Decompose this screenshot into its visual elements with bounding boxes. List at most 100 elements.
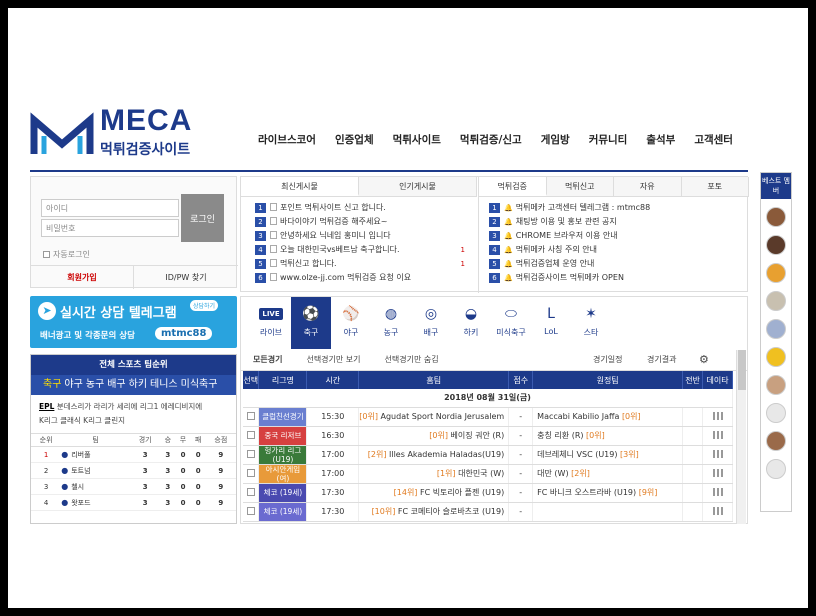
sport-tab-8[interactable]: L LoL (531, 297, 571, 349)
games-scrollbar[interactable] (736, 350, 746, 524)
post-title[interactable]: 오늘 대한민국vs베트남 축구합니다. (280, 245, 400, 254)
home-team[interactable]: [10위] FC 코메티아 슬로바츠코 (U19) (358, 502, 510, 522)
game-select[interactable] (243, 483, 260, 503)
ranking-sport-tab[interactable]: 야구 (64, 379, 82, 390)
member-avatar[interactable] (766, 207, 786, 227)
game-select[interactable] (243, 502, 260, 522)
member-avatar[interactable] (766, 319, 786, 339)
board-right-tab[interactable]: 먹튀신고 (546, 177, 614, 196)
board-left-tab[interactable]: 최신게시물 (241, 177, 359, 196)
post-title[interactable]: 먹튀검증업체 운영 안내 (516, 259, 595, 268)
game-row[interactable]: 체코 (19세) 17:30 [14위] FC 빅토리아 플젠 (U19) - FC 바… (243, 483, 733, 503)
sport-tab-9[interactable]: ✶ 스타 (571, 297, 611, 349)
post-item[interactable]: 6 🔔 먹튀검증사이트 먹튀메카 OPEN (489, 271, 739, 285)
game-row[interactable]: 클럽친선경기 15:30 [0위] Agudat Sport Nordia Jeru… (243, 407, 733, 427)
post-title[interactable]: 바다이야기 먹튀검증 해주세요~ (280, 217, 387, 226)
post-item[interactable]: 1 🔔 먹튀메카 고객센터 텔레그램 : mtmc88 (489, 201, 739, 215)
away-team[interactable]: 데브레체니 VSC (U19) [3위] (532, 445, 684, 465)
hide-selected-filter[interactable]: 선택경기만 숨김 (385, 354, 439, 365)
sport-tab-5[interactable]: ◎ 배구 (411, 297, 451, 349)
board-left-tab[interactable]: 인기게시물 (359, 177, 477, 196)
game-data[interactable] (702, 502, 733, 522)
post-title[interactable]: 포인트 먹튀사이트 신고 합니다. (280, 203, 386, 212)
stats-bar-icon[interactable] (712, 449, 723, 458)
member-avatar[interactable] (766, 291, 786, 311)
post-item[interactable]: 1 포인트 먹튀사이트 신고 합니다. (255, 201, 475, 215)
home-team[interactable]: [0위] Agudat Sport Nordia Jerusalem (358, 407, 510, 427)
league-epl-link[interactable]: EPL (39, 402, 54, 411)
post-title[interactable]: www.olze-jj.com 먹튀검증 요청 이요 (280, 273, 411, 282)
home-team[interactable]: [2위] Illes Akademia Haladas(U19) (358, 445, 510, 465)
post-item[interactable]: 6 www.olze-jj.com 먹튀검증 요청 이요 (255, 271, 475, 285)
game-row[interactable]: 헝가리 리그 (U19) 17:00 [2위] Illes Akademia Hal… (243, 445, 733, 465)
member-avatar[interactable] (766, 347, 786, 367)
nav-item-1[interactable]: 라이브스코어 (258, 132, 316, 150)
ranking-row[interactable]: 3 ● 첼시 3 3 0 0 9 (31, 478, 236, 495)
member-avatar[interactable] (766, 235, 786, 255)
post-item[interactable]: 3 🔔 CHROME 브라우저 이용 안내 (489, 229, 739, 243)
league-link-list[interactable]: 분데스리가 라리가 세리에 리그1 에레디비지에 (54, 402, 202, 411)
away-team[interactable]: 대만 (W) [2위] (532, 464, 684, 484)
sport-tab-4[interactable]: ◍ 농구 (371, 297, 411, 349)
game-row[interactable]: 체코 (19세) 17:30 [10위] FC 코메티아 슬로바츠코 (U19) - (243, 502, 733, 522)
sport-tab-6[interactable]: ◒ 하키 (451, 297, 491, 349)
game-select[interactable] (243, 407, 260, 427)
site-logo[interactable]: MECA 먹튀검증사이트 (30, 104, 210, 164)
nav-item-5[interactable]: 게임방 (541, 132, 570, 150)
post-item[interactable]: 4 오늘 대한민국vs베트남 축구합니다. 1 (255, 243, 475, 257)
ranking-sport-tab[interactable]: 미식축구 (181, 379, 218, 390)
member-avatar[interactable] (766, 375, 786, 395)
league-name[interactable]: 체코 (19세) (258, 483, 308, 503)
league-link-list-2[interactable]: K리그 클래식 K리그 클린지 (39, 414, 228, 428)
game-data[interactable] (702, 464, 733, 484)
all-games-filter[interactable]: 모든경기 (253, 354, 282, 365)
sport-tab-7[interactable]: ⬭ 미식축구 (491, 297, 531, 349)
post-item[interactable]: 3 안녕하세요 닉네임 홍미니 입니다 (255, 229, 475, 243)
league-name[interactable]: 헝가리 리그 (U19) (258, 445, 308, 465)
stats-bar-icon[interactable] (712, 487, 723, 496)
member-avatar[interactable] (766, 459, 786, 479)
login-button[interactable]: 로그인 (181, 194, 224, 242)
sport-tab-1[interactable]: LIVE 라이브 (251, 297, 291, 349)
username-input[interactable]: 아이디 (41, 199, 179, 217)
schedule-link[interactable]: 경기일정 (593, 354, 622, 365)
nav-item-6[interactable]: 커뮤니티 (589, 132, 628, 150)
ranking-sport-tab[interactable]: 하키 (129, 379, 147, 390)
ranking-row[interactable]: 1 ● 리버풀 3 3 0 0 9 (31, 446, 236, 463)
telegram-banner[interactable]: ➤ 실시간 상담 텔레그램 상담하기 배너광고 및 각종문의 상담 mtmc88 (30, 296, 237, 348)
board-right-tab[interactable]: 포토 (681, 177, 749, 196)
stats-bar-icon[interactable] (712, 411, 723, 420)
password-input[interactable]: 비밀번호 (41, 219, 179, 237)
checkbox-icon[interactable] (246, 487, 255, 496)
ranking-row[interactable]: 4 ● 왓포드 3 3 0 0 9 (31, 494, 236, 511)
ranking-sport-tab[interactable]: 농구 (86, 379, 104, 390)
ranking-row[interactable]: 2 ● 토트넘 3 3 0 0 9 (31, 462, 236, 479)
stats-bar-icon[interactable] (712, 506, 723, 515)
away-team[interactable]: FC 바니크 오스트라바 (U19) [9위] (532, 483, 684, 503)
post-item[interactable]: 4 🔔 먹튀메카 사칭 주의 안내 (489, 243, 739, 257)
home-team[interactable]: [1위] 대한민국 (W) (358, 464, 510, 484)
league-name[interactable]: 아시안게임 (여) (258, 464, 308, 484)
join-link[interactable]: 회원가입 (31, 265, 134, 289)
gear-icon[interactable]: ⚙ (699, 353, 709, 366)
away-team[interactable]: Maccabi Kabilio Jaffa [0위] (532, 407, 684, 427)
stats-bar-icon[interactable] (712, 468, 723, 477)
home-team[interactable]: [0위] 베이징 궈안 (R) (358, 426, 510, 446)
show-selected-filter[interactable]: 선택경기만 보기 (306, 354, 360, 365)
game-select[interactable] (243, 464, 260, 484)
post-title[interactable]: 먹튀메카 고객센터 텔레그램 : mtmc88 (516, 203, 651, 212)
sport-tab-2[interactable]: ⚽ 축구 (291, 297, 331, 349)
game-data[interactable] (702, 483, 733, 503)
checkbox-icon[interactable] (246, 411, 255, 420)
ranking-sport-tab[interactable]: 테니스 (150, 379, 178, 390)
results-link[interactable]: 경기결과 (647, 354, 676, 365)
stats-bar-icon[interactable] (712, 430, 723, 439)
post-title[interactable]: 먹튀검증사이트 먹튀메카 OPEN (516, 273, 624, 282)
post-item[interactable]: 2 🔔 채팅방 이용 및 홍보 관련 공지 (489, 215, 739, 229)
auto-login-checkbox[interactable]: 자동로그인 (43, 249, 90, 260)
ranking-sport-tab[interactable]: 배구 (107, 379, 125, 390)
checkbox-icon[interactable] (246, 430, 255, 439)
nav-item-8[interactable]: 고객센터 (694, 132, 733, 150)
game-data[interactable] (702, 426, 733, 446)
game-data[interactable] (702, 407, 733, 427)
